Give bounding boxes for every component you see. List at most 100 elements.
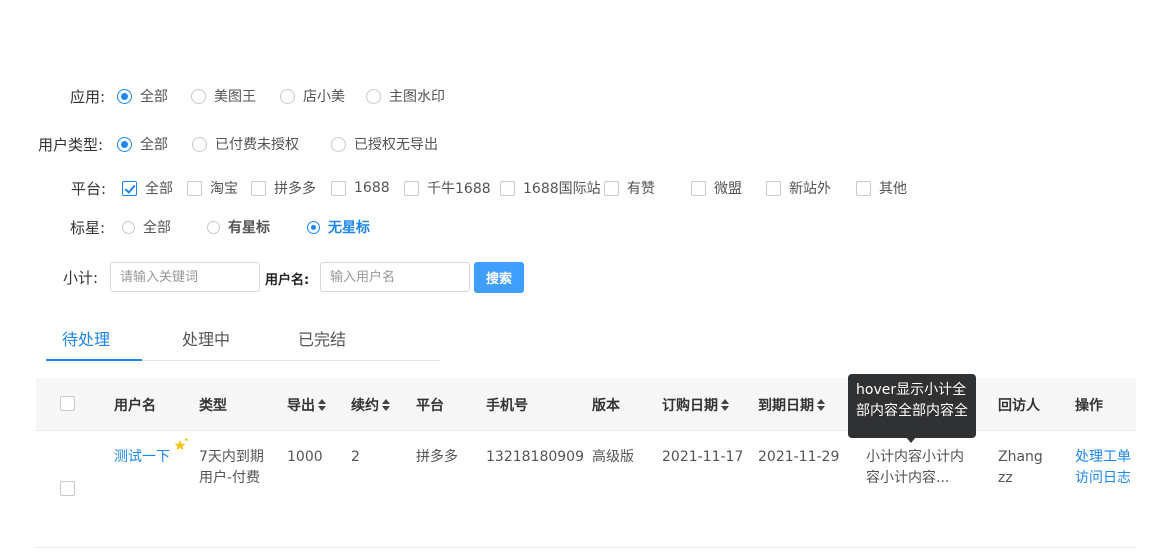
status-tabs: 待处理 处理中 已完结 [46,318,440,361]
tooltip-line: 部内容全部内容全 [856,403,968,419]
tab-pending[interactable]: 待处理 [62,326,110,350]
row-phone: 13218180909 [486,449,584,465]
app-option-dianxiaomei[interactable]: 店小美 [280,85,345,107]
row-renew: 2 [351,449,360,465]
radio-icon[interactable] [366,88,381,104]
tab-completed[interactable]: 已完结 [298,326,346,350]
username-label: 用户名: [265,273,310,288]
username-input[interactable] [320,262,470,292]
app-option-all[interactable]: 全部 [117,85,168,107]
sort-icon[interactable] [382,399,390,411]
row-subtotal-line: 容小计内容... [866,470,950,486]
checkbox-icon[interactable] [691,180,706,196]
radio-icon[interactable] [207,220,220,234]
row-export: 1000 [287,449,323,465]
radio-icon[interactable] [192,136,207,152]
header-platform: 平台 [416,398,444,414]
user-type-option-all[interactable]: 全部 [117,133,168,155]
filter-platform-label: 平台: [71,179,107,198]
checkbox-icon[interactable] [187,180,202,196]
radio-icon[interactable] [280,88,295,104]
header-order-date[interactable]: 订购日期 [662,395,729,415]
subtotal-label: 小计: [63,269,99,287]
sort-icon[interactable] [817,399,825,411]
row-visitor: Zhang zz [998,447,1043,489]
radio-icon[interactable] [122,220,135,234]
header-renew-label: 续约 [351,398,379,414]
tooltip-arrow [906,437,916,443]
row-platform: 拼多多 [416,449,458,465]
search-button[interactable]: 搜索 [474,262,524,293]
tooltip-line: hover显示小计全 [856,382,967,398]
platform-option-1688[interactable]: 1688 [331,177,390,199]
user-type-option-paid-unauthorized[interactable]: 已付费未授权 [192,133,299,155]
platform-option-weimeng[interactable]: 微盟 [691,177,742,199]
radio-icon[interactable] [307,220,320,234]
header-export[interactable]: 导出 [287,395,326,415]
app-option-meituwang[interactable]: 美图王 [191,85,256,107]
platform-option-1688-intl[interactable]: 1688国际站 [500,177,601,199]
user-type-option-authorized-no-export[interactable]: 已授权无导出 [331,133,438,155]
header-renew[interactable]: 续约 [351,395,390,415]
star-option-all[interactable]: 全部 [122,216,171,238]
platform-option-new-external[interactable]: 新站外 [766,177,831,199]
process-ticket-link[interactable]: 处理工单 [1075,447,1131,468]
row-username-link[interactable]: 测试一下 [114,447,170,468]
platform-option-pinduoduo[interactable]: 拼多多 [251,177,316,199]
row-visitor-line: Zhang [998,449,1043,465]
row-checkbox[interactable] [60,481,75,496]
filter-star: 标星: 全部 有星标 无星标 [0,216,600,238]
app-option-watermark[interactable]: 主图水印 [366,85,445,107]
checkbox-icon[interactable] [331,180,346,196]
platform-option-other[interactable]: 其他 [856,177,907,199]
checkbox-icon[interactable] [404,180,419,196]
header-phone: 手机号 [486,398,528,414]
radio-icon[interactable] [117,88,132,104]
tab-processing[interactable]: 处理中 [182,326,230,350]
checkbox-icon[interactable] [122,180,137,196]
checkbox-icon[interactable] [500,180,515,196]
row-actions: 处理工单 访问日志 [1075,447,1131,489]
row-type: 7天内到期 用户-付费 [199,447,264,489]
sort-icon[interactable] [721,399,729,411]
star-icon[interactable] [173,437,189,453]
checkbox-icon[interactable] [766,180,781,196]
tab-active-indicator [46,359,142,361]
header-actions: 操作 [1075,398,1103,414]
header-version: 版本 [592,398,620,414]
platform-option-all[interactable]: 全部 [122,177,173,199]
platform-option-qianniu-1688[interactable]: 千牛1688 [404,177,491,199]
filter-user-type-label: 用户类型: [38,135,104,154]
header-visitor: 回访人 [998,398,1040,414]
header-expire-date[interactable]: 到期日期 [758,395,825,415]
star-option-starred[interactable]: 有星标 [207,216,270,238]
filter-platform: 平台: 全部 淘宝 拼多多 1688 千牛1688 1688国际站 有赞 微盟 … [0,177,940,199]
row-type-line: 7天内到期 [199,449,264,465]
filter-star-label: 标星: [70,218,106,237]
radio-icon[interactable] [331,136,346,152]
select-all-checkbox[interactable] [60,396,75,411]
row-visitor-line: zz [998,470,1013,486]
row-version: 高级版 [592,449,634,465]
access-log-link[interactable]: 访问日志 [1075,468,1131,489]
header-username: 用户名 [114,398,156,414]
filter-app-label: 应用: [70,87,106,106]
row-order-date: 2021-11-17 [662,449,744,465]
star-option-unstarred[interactable]: 无星标 [307,216,370,238]
subtotal-keyword-input[interactable] [110,262,260,292]
platform-option-taobao[interactable]: 淘宝 [187,177,238,199]
header-order-date-label: 订购日期 [662,398,718,414]
sort-icon[interactable] [318,399,326,411]
radio-icon[interactable] [117,136,132,152]
checkbox-icon[interactable] [856,180,871,196]
checkbox-icon[interactable] [604,180,619,196]
checkbox-icon[interactable] [251,180,266,196]
subtotal-tooltip: hover显示小计全 部内容全部内容全 [848,374,976,438]
row-subtotal[interactable]: 小计内容小计内 容小计内容... [866,447,964,489]
header-expire-date-label: 到期日期 [758,398,814,414]
platform-option-youzan[interactable]: 有赞 [604,177,655,199]
row-subtotal-line: 小计内容小计内 [866,449,964,465]
row-expire-date: 2021-11-29 [758,449,840,465]
header-export-label: 导出 [287,398,315,414]
radio-icon[interactable] [191,88,206,104]
